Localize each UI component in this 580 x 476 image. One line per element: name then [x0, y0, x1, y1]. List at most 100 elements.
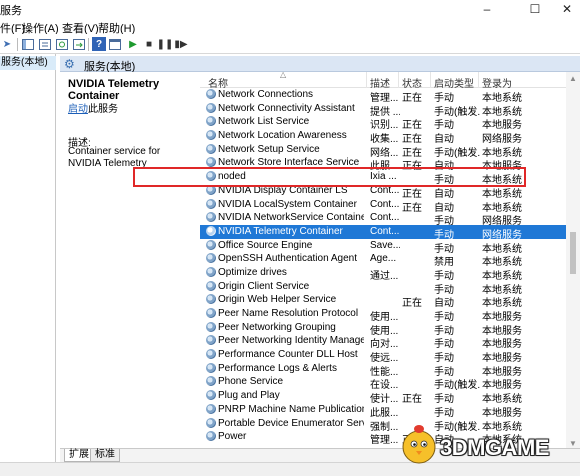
table-row[interactable]: Origin Client Service 手动 本地系统 [200, 280, 566, 296]
pane-header: ⚙ 服务(本地) [60, 56, 580, 73]
service-desc-cell: Cont... [370, 212, 400, 224]
watermark-text: 3DMGAME [440, 435, 549, 460]
service-name-cell: Peer Name Resolution Protocol [218, 308, 359, 319]
service-gear-icon [206, 171, 216, 182]
description-panel: NVIDIA Telemetry Container 启动此服务 描述: Con… [60, 72, 200, 462]
table-row[interactable]: NVIDIA LocalSystem Container Cont... 正在 自动本… [200, 198, 566, 214]
service-name-cell: PNRP Machine Name Publication Ser... [218, 403, 364, 415]
restart-icon[interactable]: ▮▶ [174, 37, 188, 51]
window-title: 服务 [0, 5, 22, 17]
column-divider[interactable] [398, 72, 399, 88]
tab-standard[interactable]: 标准 [90, 449, 120, 462]
service-name-cell: noded [218, 171, 246, 183]
pause-icon[interactable]: ❚❚ [157, 37, 174, 51]
service-desc-cell: 管理... [370, 435, 399, 447]
table-row[interactable]: Phone Service在设...手动(触发...本地服务 [200, 375, 566, 391]
service-desc-cell: Cont... [370, 198, 400, 210]
table-row[interactable]: Performance Counter DLL Host 使远... 手动 本地服务 [200, 348, 566, 364]
close-icon[interactable]: ✕ [554, 0, 580, 18]
help-icon[interactable]: ? [92, 37, 106, 51]
table-row[interactable]: Office Source Engine Save... 手动 本地系统 [200, 239, 566, 255]
service-name-cell: OpenSSH Authentication Agent [218, 253, 357, 265]
vertical-scrollbar[interactable]: ▲ ▼ [566, 72, 580, 450]
service-desc-cell: Ixia ... [370, 171, 397, 183]
minimize-icon[interactable]: – [474, 0, 500, 18]
service-gear-icon [206, 184, 216, 195]
scrollbar-thumb[interactable] [570, 232, 576, 274]
start-icon[interactable]: ▶ [126, 37, 140, 51]
service-name-cell: Network List Service [218, 116, 310, 128]
service-gear-icon [206, 349, 216, 360]
table-row[interactable]: Network Setup Service网络...正在手动(触发...本地系统 [200, 143, 566, 159]
service-gear-icon [206, 198, 216, 209]
service-gear-icon [206, 212, 216, 223]
service-name-cell: NVIDIA LocalSystem Container [218, 198, 357, 210]
toolbar: ➤ ? ▶ ■ ❚❚ ▮▶ [0, 34, 580, 54]
table-row[interactable]: Network Connections 管理... 正在 手动 本地系统 [200, 88, 566, 104]
column-divider[interactable] [430, 72, 431, 88]
tree-node-services-local[interactable]: 服务(本地) [0, 56, 56, 70]
list-header: △ 名称 描述 状态 启动类型 登录为 [200, 72, 566, 90]
service-gear-icon [206, 376, 216, 387]
scroll-up-icon[interactable]: ▲ [569, 74, 577, 83]
service-gear-icon [206, 89, 216, 99]
table-row[interactable]: noded Ixia ... 手动 本地系统 [200, 170, 566, 186]
service-gear-icon [206, 143, 216, 154]
toolbar-separator [17, 38, 18, 51]
selected-service-name: NVIDIA Telemetry Container [68, 78, 160, 102]
table-row[interactable]: NVIDIA NetworkService Container Cont... 手动… [200, 211, 566, 227]
table-row[interactable]: NVIDIA Display Container LS Cont... 正在 自动 本地… [200, 184, 566, 200]
service-gear-icon [206, 390, 216, 401]
table-row[interactable]: NVIDIA Telemetry Container Cont... 手动 网络服务 [200, 224, 566, 241]
column-divider[interactable] [366, 72, 367, 88]
service-desc-cell: Cont... [370, 184, 400, 196]
table-row[interactable]: Network List Service 识别... 正在 手动 本地服务 [200, 115, 566, 131]
table-row[interactable]: Network Location Awareness 收集... 正在 自动 网络服务 [200, 129, 566, 145]
menu-bar: 件(F) 操作(A) 查看(V) 帮助(H) [0, 18, 580, 35]
table-row[interactable]: Network Connectivity Assistant 提供 ... 手动(触… [200, 102, 566, 118]
column-divider[interactable] [478, 72, 479, 88]
service-gear-icon [206, 431, 216, 442]
export-icon[interactable] [72, 37, 86, 51]
stop-icon[interactable]: ■ [142, 37, 156, 51]
service-gear-icon [206, 239, 216, 250]
gear-icon: ⚙ [64, 57, 75, 71]
title-bar: 服务 – ☐ ✕ [0, 0, 580, 18]
service-gear-icon [206, 308, 216, 318]
service-gear-icon [206, 294, 216, 305]
services-list: △ 名称 描述 状态 启动类型 登录为 Network Connections 管… [200, 72, 566, 450]
service-name-cell: Network Connections [218, 89, 314, 100]
table-row[interactable]: Peer Name Resolution Protocol 使用... 手动 本地服务 [200, 307, 566, 323]
service-gear-icon [206, 130, 216, 141]
service-desc-cell: Age... [370, 253, 397, 265]
service-name-cell: Performance Counter DLL Host [218, 349, 358, 361]
description-text: Container service for NVIDIA Telemetry [68, 146, 161, 169]
service-name-cell: Performance Logs & Alerts [218, 362, 337, 374]
service-gear-icon [206, 280, 216, 291]
service-name-cell: Portable Device Enumerator Service [218, 417, 364, 429]
service-gear-icon [206, 321, 216, 332]
back-arrow-icon[interactable]: ➤ [0, 37, 14, 51]
table-row[interactable]: Peer Networking Grouping 使用... 手动 本地服务 [200, 321, 566, 337]
start-service-link[interactable]: 启动 [68, 104, 88, 115]
table-row[interactable]: Optimize drives 通过... 手动 本地系统 [200, 266, 566, 282]
refresh-icon[interactable] [55, 37, 69, 51]
show-tree-icon[interactable] [21, 37, 35, 51]
table-row[interactable]: OpenSSH Authentication Agent Age... 禁用 本地系统 [200, 252, 566, 268]
properties-icon[interactable] [38, 37, 52, 51]
maximize-icon[interactable]: ☐ [522, 0, 548, 18]
table-row[interactable]: Origin Web Helper Service 正在 自动 本地系统 [200, 293, 566, 309]
service-gear-icon [206, 225, 216, 236]
service-gear-icon [206, 335, 216, 346]
service-gear-icon [206, 253, 216, 264]
table-row[interactable]: Network Store Interface Service 此服... 正在 自动… [200, 156, 566, 172]
console-icon[interactable] [108, 37, 122, 51]
service-name-cell: Network Store Interface Service [218, 157, 360, 169]
table-row[interactable]: Performance Logs & Alerts 性能... 手动 本地服务 [200, 362, 566, 378]
service-name-cell: Optimize drives [218, 266, 287, 278]
sort-up-icon: △ [280, 72, 287, 79]
watermark: 3DMGAME [400, 415, 580, 475]
table-row[interactable]: Peer Networking Identity Manager 向对... 手动本… [200, 334, 566, 350]
service-desc-cell: Cont... [370, 225, 400, 237]
table-row[interactable]: Plug and Play 使计... 正在 手动 本地系统 [200, 389, 566, 405]
